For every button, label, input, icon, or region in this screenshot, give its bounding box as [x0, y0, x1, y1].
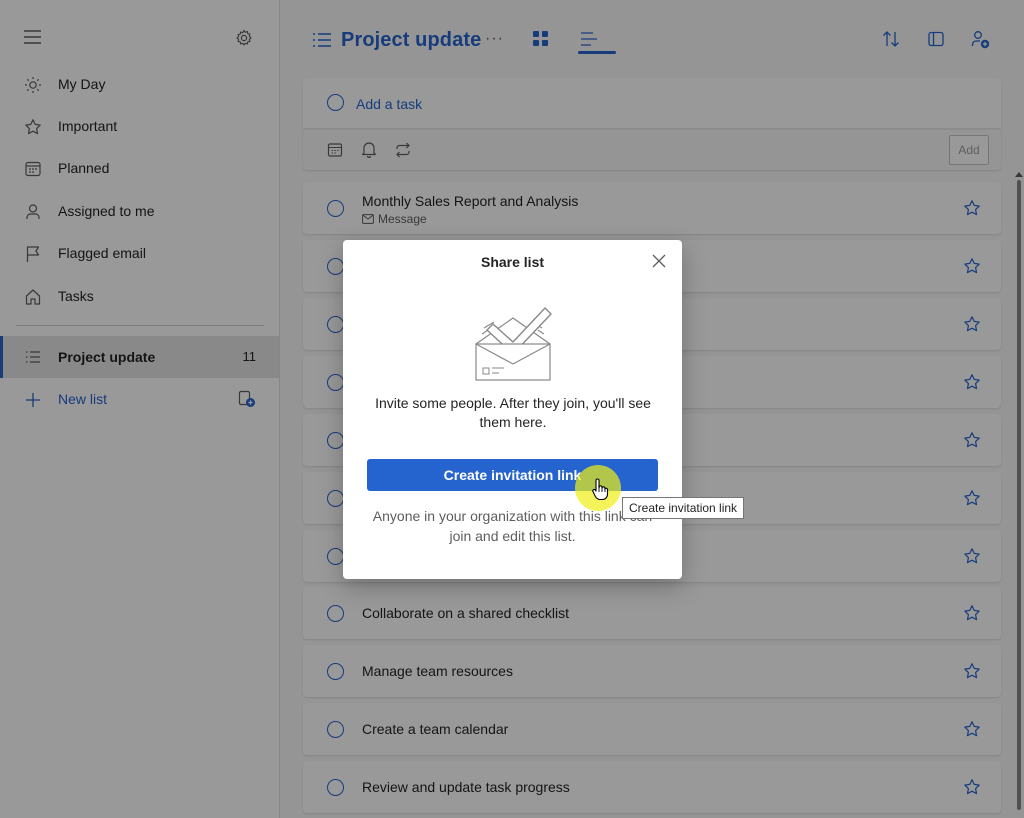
hand-pointer-cursor-icon	[591, 477, 609, 504]
close-icon[interactable]	[652, 254, 666, 271]
dialog-note: Anyone in your organization with this li…	[372, 508, 653, 544]
dialog-description: Invite some people. After they join, you…	[375, 395, 651, 430]
tooltip: Create invitation link	[622, 497, 745, 519]
invitation-envelope-icon	[473, 302, 553, 387]
share-list-dialog: Share list Invite some people. After the…	[343, 240, 682, 579]
dialog-title: Share list	[480, 254, 545, 270]
